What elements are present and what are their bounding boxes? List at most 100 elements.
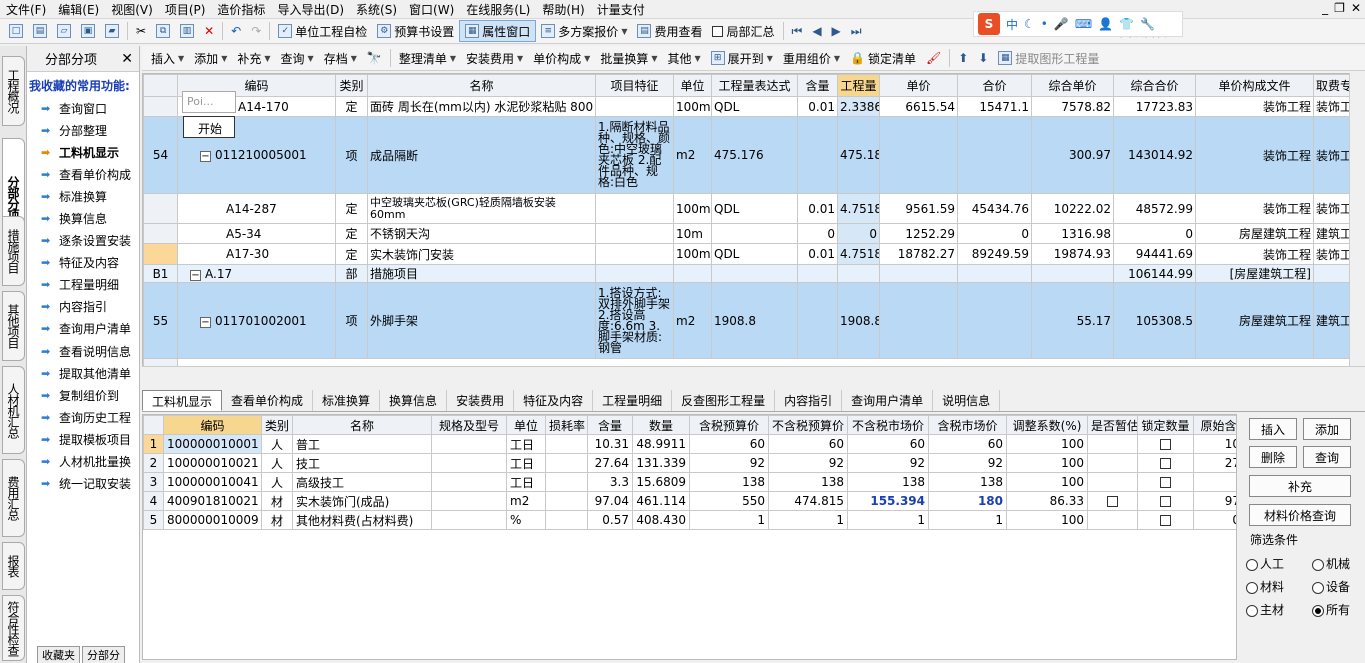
content-cell[interactable]: 27.64 bbox=[587, 453, 633, 473]
comp-unit-cell[interactable] bbox=[1031, 264, 1114, 283]
table-row[interactable]: 1 100000010001 人 普工 工日 10.31 48.9911 60 … bbox=[143, 434, 1236, 454]
lock-checkbox[interactable] bbox=[1160, 477, 1171, 488]
lock-checkbox[interactable] bbox=[1160, 496, 1171, 507]
tab-install-fee[interactable]: 安装费用 bbox=[447, 390, 515, 411]
notax-budget-cell[interactable]: 138 bbox=[768, 472, 848, 492]
column-header[interactable]: 单位 bbox=[506, 415, 546, 435]
self-check-button[interactable]: ✓ 单位工程自检 bbox=[273, 20, 372, 42]
total-cell[interactable]: 0 bbox=[957, 223, 1032, 244]
feature-cell[interactable]: 1.隔断材料品种、规格、颜色:中空玻璃夹芯板 2.配件品种、规格:白色 bbox=[595, 116, 674, 194]
price-cell[interactable]: 18782.27 bbox=[879, 243, 958, 265]
grid-vertical-scrollbar[interactable] bbox=[1349, 73, 1365, 366]
column-header[interactable]: 类别 bbox=[261, 415, 293, 435]
notax-market-cell[interactable]: 138 bbox=[847, 472, 929, 492]
prev-icon[interactable]: ◀ bbox=[807, 20, 826, 42]
list-item[interactable]: ➡ 查询历史工程 bbox=[27, 406, 139, 428]
binoculars-icon[interactable]: 🔭 bbox=[362, 47, 387, 69]
tab-user-list[interactable]: 查询用户清单 bbox=[842, 390, 934, 411]
material-price-query-button[interactable]: 材料价格查询 bbox=[1249, 504, 1351, 526]
unit-cell[interactable]: m2 bbox=[673, 282, 712, 359]
folder-icon[interactable]: ▰ bbox=[100, 20, 124, 42]
file-cell[interactable]: 装饰工程 bbox=[1195, 243, 1314, 265]
expr-cell[interactable]: QDL bbox=[711, 96, 798, 117]
adjust-cell[interactable]: 86.33 bbox=[1006, 491, 1088, 511]
unit-cell[interactable]: % bbox=[506, 510, 546, 530]
price-cell[interactable] bbox=[879, 282, 958, 359]
redo-icon[interactable]: ↷ bbox=[246, 20, 266, 42]
query-button[interactable]: 查询 ▼ bbox=[276, 47, 319, 69]
column-header[interactable]: 工程量表达式 bbox=[711, 74, 798, 97]
file-cell[interactable]: 房屋建筑工程 bbox=[1195, 282, 1314, 359]
content-cell[interactable]: 10.31 bbox=[587, 434, 633, 454]
comp-unit-cell[interactable]: 55.17 bbox=[1031, 282, 1114, 359]
comp-unit-cell[interactable]: 1316.98 bbox=[1031, 223, 1114, 244]
table-row[interactable]: A5-34 定 不锈钢天沟 10m 0 0 1252.29 0 1316.98 … bbox=[143, 223, 1364, 244]
feature-cell[interactable] bbox=[595, 223, 674, 244]
quantity-cell[interactable]: 4.7518 bbox=[837, 193, 880, 224]
expr-cell[interactable]: QDL bbox=[711, 243, 798, 265]
adjust-cell[interactable]: 100 bbox=[1006, 434, 1088, 454]
wrench-icon[interactable]: 🔧 bbox=[1140, 17, 1155, 31]
tab-reports[interactable]: 报表 bbox=[2, 542, 25, 590]
tab-quantity-detail[interactable]: 工程量明细 bbox=[593, 390, 673, 411]
column-header[interactable]: 工程量 bbox=[837, 74, 880, 97]
list-item[interactable]: ➡ 查看单价构成 bbox=[27, 163, 139, 185]
quantity-cell[interactable]: 475.18 bbox=[837, 116, 880, 194]
user-icon[interactable]: 👤 bbox=[1098, 17, 1113, 31]
unit-cell[interactable]: 工日 bbox=[506, 434, 546, 454]
loss-cell[interactable] bbox=[545, 472, 588, 492]
name-cell[interactable]: 实木装饰门(成品) bbox=[292, 491, 432, 511]
filter-equipment[interactable]: 设备 bbox=[1312, 578, 1350, 595]
table-row[interactable]: 3 100000010041 人 高级技工 工日 3.3 15.6809 138… bbox=[143, 472, 1236, 492]
name-cell[interactable]: 普工 bbox=[292, 434, 432, 454]
column-header[interactable]: 综合单价 bbox=[1031, 74, 1114, 97]
file-cell[interactable]: 装饰工程 bbox=[1195, 116, 1314, 194]
column-header[interactable]: 不含税市场价 bbox=[847, 415, 929, 435]
loss-cell[interactable] bbox=[545, 453, 588, 473]
insert-row-button[interactable]: 插入 bbox=[1249, 418, 1297, 440]
tab-standard-convert[interactable]: 标准换算 bbox=[313, 390, 381, 411]
column-header[interactable]: 不含税预算价 bbox=[768, 415, 848, 435]
type-cell[interactable]: 人 bbox=[261, 434, 293, 454]
insert-button[interactable]: 插入 ▼ bbox=[146, 47, 189, 69]
type-cell[interactable]: 定 bbox=[335, 96, 368, 117]
spec-cell[interactable] bbox=[431, 434, 507, 454]
type-cell[interactable]: 材 bbox=[261, 491, 293, 511]
adjust-cell[interactable]: 100 bbox=[1006, 453, 1088, 473]
type-cell[interactable]: 项 bbox=[335, 116, 368, 194]
content-cell[interactable] bbox=[797, 116, 838, 194]
code-cell[interactable]: 100000010001 bbox=[163, 434, 262, 454]
column-header[interactable]: 类别 bbox=[335, 74, 368, 97]
content-cell[interactable]: 0.57 bbox=[587, 510, 633, 530]
query-row-button[interactable]: 查询 bbox=[1303, 446, 1351, 468]
estimate-checkbox[interactable] bbox=[1107, 496, 1118, 507]
install-fee-button[interactable]: 安装费用 ▼ bbox=[461, 47, 528, 69]
table-row[interactable]: A14-287 定 中空玻璃夹芯板(GRC)轻质隔墙板安装 60mm 100m2… bbox=[143, 193, 1364, 224]
tax-market-cell[interactable]: 60 bbox=[928, 434, 1007, 454]
orig-cell[interactable]: 0 bbox=[1193, 510, 1236, 530]
code-cell[interactable]: A5-34 bbox=[177, 223, 336, 244]
unit-cell[interactable]: m2 bbox=[506, 491, 546, 511]
column-header[interactable]: 综合合价 bbox=[1113, 74, 1196, 97]
comp-total-cell[interactable]: 105308.5 bbox=[1113, 282, 1196, 359]
name-cell[interactable]: 技工 bbox=[292, 453, 432, 473]
tab-labor-material-summary[interactable]: 人材机汇总 bbox=[2, 366, 25, 454]
tax-budget-cell[interactable]: 1 bbox=[689, 510, 769, 530]
file-cell[interactable]: 装饰工程 bbox=[1195, 193, 1314, 224]
loss-cell[interactable] bbox=[545, 510, 588, 530]
type-cell[interactable]: 定 bbox=[335, 193, 368, 224]
column-header[interactable]: 数量 bbox=[632, 415, 690, 435]
move-up-icon[interactable]: ⬆ bbox=[953, 47, 973, 69]
comp-total-cell[interactable]: 106144.99 bbox=[1113, 264, 1196, 283]
filter-material[interactable]: 材料 bbox=[1246, 578, 1284, 595]
cut-icon[interactable]: ✂ bbox=[131, 20, 151, 42]
tab-features[interactable]: 特征及内容 bbox=[514, 390, 594, 411]
quantity-cell[interactable]: 1908.8 bbox=[837, 282, 880, 359]
lock-checkbox[interactable] bbox=[1160, 439, 1171, 450]
tab-favorites[interactable]: 收藏夹 bbox=[37, 646, 80, 663]
notax-budget-cell[interactable]: 474.815 bbox=[768, 491, 848, 511]
menu-cost-index[interactable]: 造价指标 bbox=[211, 1, 271, 18]
tax-budget-cell[interactable]: 92 bbox=[689, 453, 769, 473]
undo-icon[interactable]: ↶ bbox=[226, 20, 246, 42]
notax-market-cell[interactable]: 60 bbox=[847, 434, 929, 454]
